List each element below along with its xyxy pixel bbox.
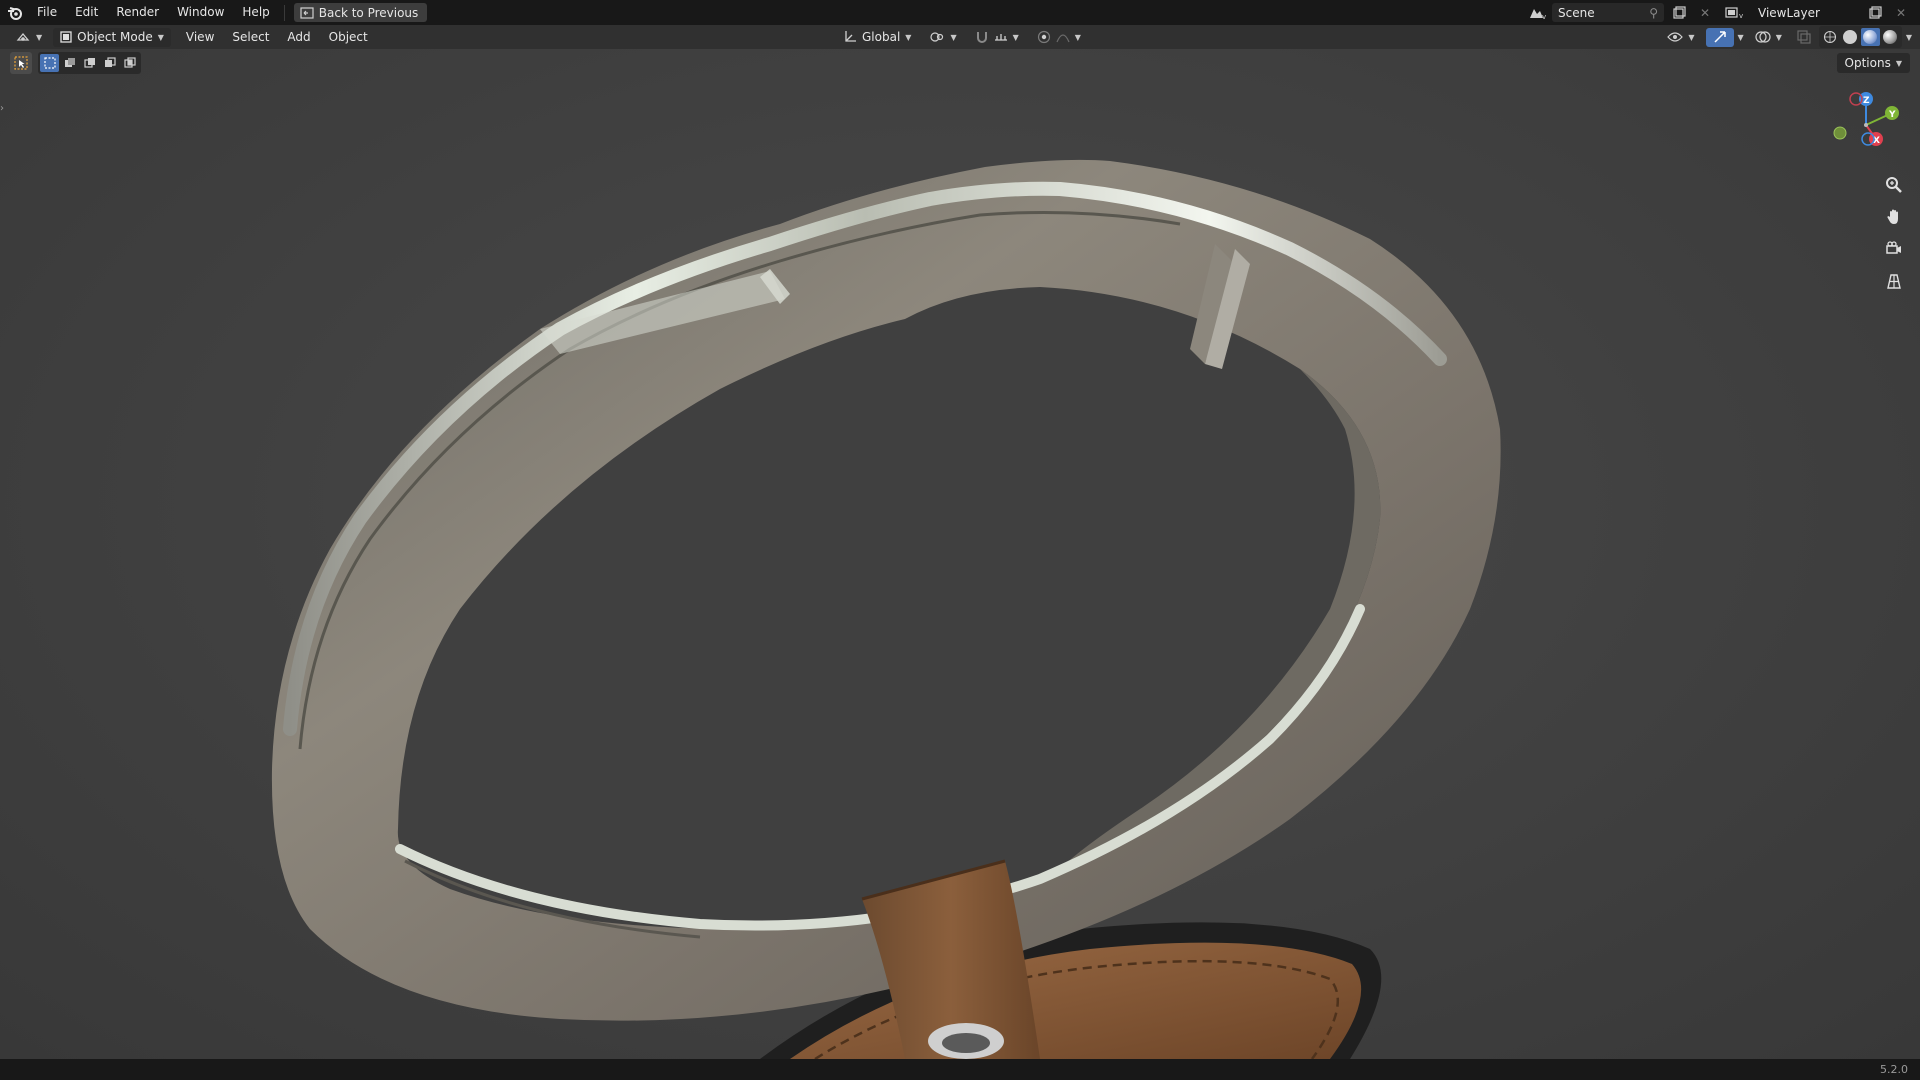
- chevron-down-icon: ▼: [905, 32, 912, 42]
- material-preview-shading-icon[interactable]: [1860, 28, 1880, 46]
- menu-separator: [283, 4, 285, 21]
- select-extend-icon[interactable]: [60, 54, 79, 72]
- menu-object[interactable]: Object: [320, 25, 377, 50]
- scene-selector-icon[interactable]: v: [1526, 3, 1548, 22]
- shading-mode-buttons: [1818, 26, 1902, 48]
- view-layer-name-field[interactable]: ViewLayer: [1752, 3, 1860, 22]
- snap-increment-icon: [994, 34, 1007, 41]
- editor-type-dropdown[interactable]: ▼: [8, 28, 49, 47]
- chevron-down-icon: ▼: [1895, 58, 1902, 68]
- fullscreen-exit-icon: [300, 6, 314, 19]
- chevron-down-icon: ▼: [36, 32, 43, 42]
- delete-view-layer-icon[interactable]: ✕: [1890, 3, 1912, 22]
- menu-render[interactable]: Render: [107, 0, 168, 25]
- shading-options-chevron-icon[interactable]: ▼: [1906, 33, 1912, 42]
- chevron-down-icon: ▼: [1688, 32, 1695, 42]
- new-scene-icon[interactable]: [1668, 3, 1690, 22]
- z-axis-label: Z: [1863, 96, 1870, 106]
- menu-add[interactable]: Add: [278, 25, 319, 50]
- menu-window[interactable]: Window: [168, 0, 233, 25]
- svg-text:v: v: [1542, 13, 1546, 20]
- status-bar: 5.2.0: [0, 1059, 1920, 1080]
- proportional-editing-icon: [1037, 30, 1050, 44]
- menu-help[interactable]: Help: [233, 0, 278, 25]
- select-intersect-icon[interactable]: [120, 54, 139, 72]
- y-axis-label: Y: [1888, 110, 1896, 120]
- blender-window: File Edit Render Window Help Back to Pre…: [0, 0, 1920, 1080]
- menu-view[interactable]: View: [177, 25, 223, 50]
- select-new-icon[interactable]: [40, 54, 59, 72]
- magnet-icon: [976, 32, 987, 43]
- xray-toggle-icon[interactable]: [1793, 28, 1815, 47]
- menu-file[interactable]: File: [28, 0, 66, 25]
- chevron-down-icon: ▼: [157, 32, 164, 42]
- pin-icon[interactable]: ⚲: [1649, 6, 1658, 20]
- proportional-editing-dropdown[interactable]: ▼: [1030, 28, 1088, 47]
- chevron-down-icon: ▼: [1775, 32, 1782, 42]
- menu-select[interactable]: Select: [223, 25, 278, 50]
- wireframe-shading-icon[interactable]: [1821, 28, 1840, 46]
- camera-icon[interactable]: [1882, 237, 1906, 261]
- options-label: Options: [1844, 56, 1891, 70]
- new-view-layer-icon[interactable]: [1864, 3, 1886, 22]
- chevron-down-icon: ▼: [1074, 32, 1081, 42]
- magnify-icon[interactable]: [1882, 173, 1906, 197]
- transform-orientation-label: Global: [862, 30, 901, 44]
- chevron-down-icon: ▼: [950, 32, 957, 42]
- header-center: Global ▼ ▼ ▼ ▼: [836, 25, 1088, 49]
- hand-icon[interactable]: [1882, 205, 1906, 229]
- header-right: ▼ ▼ ▼ ▼: [1660, 25, 1912, 49]
- solid-shading-icon[interactable]: [1841, 28, 1860, 46]
- snap-dropdown[interactable]: ▼: [968, 28, 1026, 47]
- delete-scene-icon[interactable]: ✕: [1694, 3, 1716, 22]
- selection-mode-group: [38, 52, 141, 74]
- mode-dropdown[interactable]: Object Mode ▼: [53, 27, 171, 47]
- header-left: ▼ Object Mode ▼ View Select Add Object: [0, 25, 377, 49]
- grid-icon[interactable]: [1882, 269, 1906, 293]
- rendered-shading-icon[interactable]: [1881, 28, 1900, 46]
- blender-logo-icon[interactable]: [2, 0, 28, 25]
- view-layer-name: ViewLayer: [1758, 5, 1820, 20]
- viewport-header: ▼ Object Mode ▼ View Select Add Object G…: [0, 25, 1920, 49]
- top-menu-bar: File Edit Render Window Help Back to Pre…: [0, 0, 1920, 25]
- view-layer-selector-icon[interactable]: v: [1720, 3, 1748, 22]
- gizmo-toggle[interactable]: [1705, 27, 1734, 47]
- select-subtract-icon[interactable]: [80, 54, 99, 72]
- mode-label: Object Mode: [77, 30, 153, 44]
- pivot-point-dropdown[interactable]: ▼: [922, 28, 963, 47]
- 3d-viewport[interactable]: › Z Y X: [0, 49, 1920, 1059]
- overlays-dropdown[interactable]: ▼: [1748, 28, 1789, 47]
- gizmo-options-chevron-icon[interactable]: ▼: [1738, 33, 1744, 42]
- chevron-down-icon: ▼: [1012, 32, 1019, 42]
- tool-settings-row: [10, 52, 141, 74]
- gizmo-icon: [1714, 31, 1726, 43]
- scene-name: Scene: [1558, 5, 1595, 20]
- version-label: 5.2.0: [1880, 1063, 1908, 1076]
- menu-edit[interactable]: Edit: [66, 0, 107, 25]
- top-right-controls: v Scene ⚲ ✕ v ViewLayer ✕: [1526, 0, 1920, 25]
- viewport-nav-tools: [1882, 173, 1906, 293]
- svg-text:v: v: [1739, 12, 1743, 20]
- overlays-icon: [1755, 31, 1771, 43]
- options-dropdown[interactable]: Options ▼: [1836, 53, 1910, 73]
- falloff-curve-icon: [1056, 34, 1070, 43]
- select-invert-icon[interactable]: [100, 54, 119, 72]
- select-tool-icon[interactable]: [10, 52, 32, 74]
- navigation-gizmo[interactable]: Z Y X: [1822, 91, 1912, 161]
- neg-y-axis-handle[interactable]: [1833, 126, 1847, 140]
- visibility-dropdown[interactable]: ▼: [1660, 28, 1701, 47]
- transform-orientation-dropdown[interactable]: Global ▼: [836, 28, 918, 47]
- pivot-icon: [930, 32, 944, 42]
- back-to-previous-label: Back to Previous: [318, 5, 419, 20]
- 3d-viewport-icon: [16, 32, 30, 41]
- orientation-axes-icon: [845, 31, 856, 42]
- object-mode-icon: [60, 31, 72, 43]
- toolbar-expand-arrow-icon[interactable]: ›: [0, 103, 10, 123]
- scene-name-field[interactable]: Scene ⚲: [1552, 3, 1664, 22]
- eye-icon: [1667, 32, 1684, 42]
- back-to-previous-button[interactable]: Back to Previous: [293, 3, 428, 22]
- scene-render: [271, 159, 1501, 1059]
